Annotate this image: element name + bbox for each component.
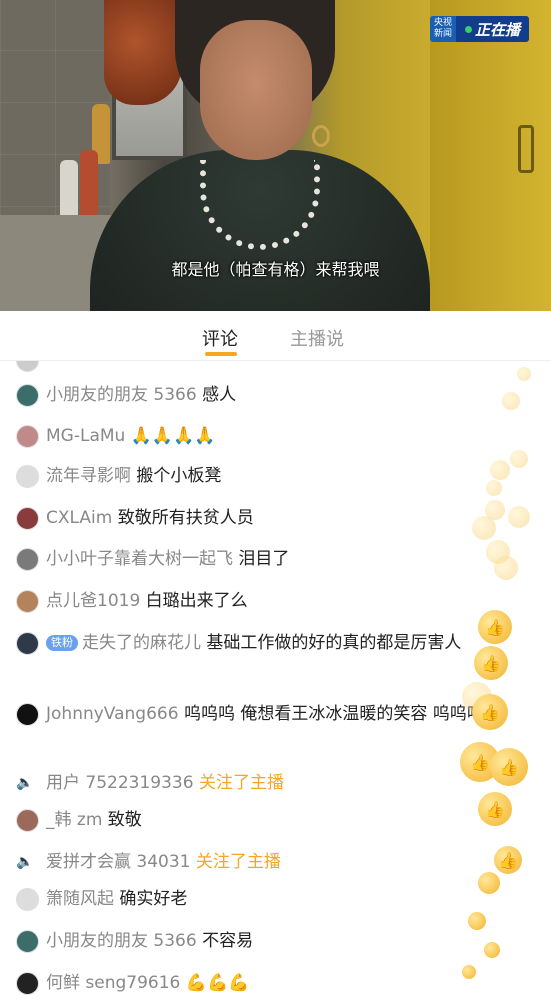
comment-username[interactable]: 何鲜 seng79616 <box>46 973 180 993</box>
background-bottle <box>60 160 78 218</box>
comment-text: 基础工作做的好的真的都是厉害人 <box>206 633 462 653</box>
thumbs-up-icon <box>517 367 531 381</box>
avatar[interactable] <box>16 590 39 613</box>
comment-username[interactable]: 走失了的麻花儿 <box>82 633 201 653</box>
thumbs-up-icon <box>462 965 476 979</box>
thumbs-up-icon: 👍 <box>494 846 522 874</box>
thumbs-up-icon: 👍 <box>474 646 508 680</box>
comment-username[interactable]: 小朋友的朋友 5366 <box>46 385 197 405</box>
avatar[interactable] <box>16 632 39 655</box>
avatar[interactable] <box>16 384 39 407</box>
comment-username[interactable]: 爱拼才会赢 34031 <box>46 852 190 872</box>
follow-text: 关注了主播 <box>198 773 284 793</box>
thumbs-up-icon <box>478 872 500 894</box>
thumbs-up-icon <box>494 556 518 580</box>
tab-bar: 评论 主播说 <box>0 311 551 361</box>
fan-badge: 铁粉 <box>46 635 78 651</box>
comment-username[interactable]: 小小叶子靠着大树一起飞 <box>46 549 233 569</box>
comment-username[interactable]: 流年寻影啊 <box>46 466 131 486</box>
avatar[interactable] <box>16 507 39 530</box>
active-tab-indicator <box>205 352 237 356</box>
comment-text: 泪目了 <box>238 549 290 569</box>
comment-text: 搬个小板凳 <box>136 466 222 486</box>
comment-username[interactable]: 用户 7522319336 <box>46 773 194 793</box>
avatar[interactable] <box>16 425 39 448</box>
thumbs-up-icon <box>490 460 510 480</box>
thumbs-up-icon <box>502 392 520 410</box>
avatar[interactable] <box>16 465 39 488</box>
speaker-earring <box>312 125 330 147</box>
avatar[interactable] <box>16 972 39 995</box>
comment-username[interactable]: _韩 zm <box>46 810 102 830</box>
thumbs-up-icon <box>484 942 500 958</box>
background-basket <box>104 0 182 105</box>
comment-username[interactable]: MG-LaMu <box>46 426 125 446</box>
avatar[interactable] <box>16 548 39 571</box>
comment-text: 确实好老 <box>119 889 188 909</box>
comment-text: 不容易 <box>202 931 254 951</box>
comment-username[interactable]: 点儿爸1019 <box>46 591 140 611</box>
thumbs-up-icon: 👍 <box>490 748 528 786</box>
avatar[interactable] <box>16 809 39 832</box>
follow-text: 关注了主播 <box>195 852 281 872</box>
thumbs-up-icon <box>508 506 530 528</box>
comment-username[interactable]: 箫随风起 <box>46 889 114 909</box>
comment-text: 白璐出来了么 <box>145 591 248 611</box>
avatar[interactable] <box>16 930 39 953</box>
comment-text: 感人 <box>202 385 237 405</box>
thumbs-up-icon: 👍 <box>478 792 512 826</box>
comment-text: 致敬所有扶贫人员 <box>117 508 254 528</box>
speaker-person-face <box>200 20 312 160</box>
comment-text: 💪💪💪 <box>185 973 250 993</box>
thumbs-up-icon: 👍 <box>478 610 512 644</box>
thumbs-up-icon <box>510 450 528 468</box>
comment-text: 🙏🙏🙏🙏 <box>130 426 216 446</box>
door-handle <box>518 125 534 173</box>
comment-text: 呜呜呜 俺想看王冰冰温暖的笑容 呜呜呜 <box>183 704 484 724</box>
thumbs-up-icon: 👍 <box>472 694 508 730</box>
speaker-icon: 🔈 <box>16 854 34 870</box>
avatar[interactable] <box>16 888 39 911</box>
video-subtitle: 都是他（帕查有格）来帮我喂 <box>171 260 380 279</box>
comment-text: 致敬 <box>107 810 142 830</box>
comment-username[interactable]: CXLAim <box>46 508 112 528</box>
comment-username[interactable]: JohnnyVang666 <box>46 704 179 724</box>
cctv-news-live-logo: 央视 新闻 正在播 <box>430 16 529 42</box>
avatar <box>16 361 39 372</box>
live-video-player[interactable]: 央视 新闻 正在播 都是他（帕查有格）来帮我喂 <box>0 0 551 311</box>
avatar[interactable] <box>16 703 39 726</box>
comment-list[interactable]: 小朋友的朋友 5366 感人 MG-LaMu 🙏🙏🙏🙏 流年寻影啊 搬个小板凳 CXL… <box>0 361 551 1000</box>
thumbs-up-icon <box>486 480 502 496</box>
speaker-icon: 🔈 <box>16 775 34 791</box>
thumbs-up-icon <box>468 912 486 930</box>
comment-username[interactable]: 小朋友的朋友 5366 <box>46 931 197 951</box>
tab-host-says[interactable]: 主播说 <box>290 325 344 351</box>
background-bottle <box>80 150 98 215</box>
live-dot-icon <box>464 25 472 33</box>
thumbs-up-icon <box>472 516 496 540</box>
tab-comments[interactable]: 评论 <box>202 325 238 351</box>
